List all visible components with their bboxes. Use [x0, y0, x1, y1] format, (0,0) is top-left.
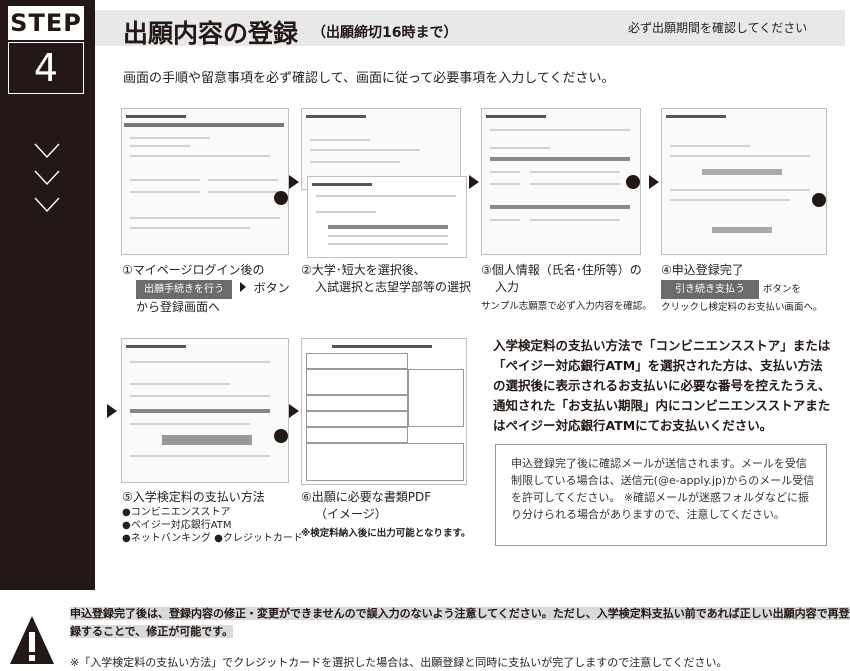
screenshot-exam-select [307, 176, 467, 258]
mail-notice-text: 申込登録完了後に確認メールが送信されます。メールを受信制限している場合は、送信元… [511, 457, 815, 521]
screenshot-payment-method [121, 338, 289, 483]
arrow-right-icon [107, 404, 117, 418]
step2-caption: ②大学･短大を選択後、 入試選択と志望学部等の選択 [301, 262, 471, 296]
arrow-right-icon [239, 282, 246, 292]
payment-option-pay-easy: ●ペイジー対応銀行ATM [122, 520, 232, 531]
apply-procedure-button[interactable]: 出願手続きを行う [136, 280, 232, 299]
step5-caption: ⑤入学検定料の支払い方法 ●コンビニエンスストア ●ペイジー対応銀行ATM ●ネ… [122, 489, 303, 545]
step4-line1: ④申込登録完了 [661, 263, 744, 277]
step3-caption: ③個人情報（氏名･住所等）の 入力 サンプル志願票で必ず入力内容を確認。 [481, 262, 652, 312]
page-title: 出願内容の登録 [123, 19, 299, 48]
step3-line1: ③個人情報（氏名･住所等）の [481, 263, 642, 277]
step3-line2: 入力 [495, 280, 520, 294]
warning-part1: 申込登録完了後は、登録内容の修正・変更ができませんので誤入力のないよう注意してく… [70, 607, 597, 620]
arrow-right-icon [649, 175, 659, 189]
step1-line1: ①マイページログイン後の [122, 263, 265, 277]
screenshot-application-pdf [301, 338, 467, 485]
step4-line3: クリックし検定料のお支払い画面へ。 [661, 302, 823, 313]
payment-option-convenience-store: ●コンビニエンスストア [122, 507, 231, 518]
arrow-right-icon [289, 175, 299, 189]
payment-guidance: 入学検定料の支払い方法で「コンビニエンスストア」または「ペイジー対応銀行ATM」… [493, 338, 831, 433]
arrow-right-icon [469, 175, 479, 189]
warning-icon [10, 616, 54, 664]
chevron-down-icon [34, 197, 60, 213]
warning-text: 申込登録完了後は、登録内容の修正・変更ができませんので誤入力のないよう注意してく… [70, 605, 850, 641]
step2-line2: 入試選択と志望学部等の選択 [315, 280, 472, 294]
step5-line1: ⑤入学検定料の支払い方法 [122, 490, 265, 504]
arrow-right-icon [289, 404, 299, 418]
step-label: STEP [8, 6, 84, 40]
step4-caption: ④申込登録完了 引き続き支払う ボタンを クリックし検定料のお支払い画面へ。 [661, 262, 823, 313]
step-number: 4 [8, 42, 84, 94]
credit-card-note: ※「入学検定料の支払い方法」でクレジットカードを選択した場合は、出願登録と同時に… [70, 656, 728, 669]
payment-option-netbank-credit: ●ネットバンキング ●クレジットカード [122, 533, 303, 544]
screenshot-personal-info [481, 108, 641, 255]
step1-button-suffix: ボタン [253, 281, 290, 295]
intro-text: 画面の手順や留意事項を必ず確認して、画面に従って必要事項を入力してください。 [123, 71, 615, 86]
step6-note: ※検定料納入後に出力可能となります。 [301, 528, 471, 539]
deadline-note: （出願締切16時まで） [312, 25, 458, 41]
screenshot-registration-complete [661, 108, 827, 255]
step2-line1: ②大学･短大を選択後、 [301, 263, 426, 277]
step1-caption: ①マイページログイン後の 出願手続きを行う ボタン から登録画面へ [122, 262, 290, 316]
chevron-down-icon [34, 170, 60, 186]
screenshot-mypage [121, 108, 289, 255]
step6-caption: ⑥出願に必要な書類PDF （イメージ） ※検定料納入後に出力可能となります。 [301, 489, 471, 539]
continue-payment-button[interactable]: 引き続き支払う [661, 280, 759, 299]
step6-line2: （イメージ） [315, 507, 387, 521]
step6-line1: ⑥出願に必要な書類PDF [301, 490, 432, 504]
step3-note: サンプル志願票で必ず入力内容を確認。 [481, 301, 652, 312]
step4-button-suffix: ボタンを [762, 284, 801, 295]
period-note: 必ず出願期間を確認してください [628, 21, 808, 35]
chevron-down-icon [34, 143, 60, 159]
step1-line3: から登録画面へ [136, 300, 221, 314]
